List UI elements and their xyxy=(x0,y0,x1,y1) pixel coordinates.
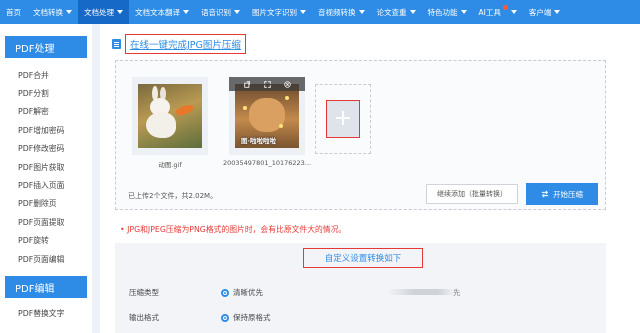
radio-button[interactable] xyxy=(221,313,229,322)
sidebar-item-pdf-add-password[interactable]: PDF增加密码 xyxy=(0,121,92,139)
nav-image-ocr-label: 图片文字识别 xyxy=(252,7,297,17)
nav-home[interactable]: 首页 xyxy=(0,0,27,24)
page-title: 在线一键完成JPG图片压缩 xyxy=(125,34,246,54)
file-name: 动图.gif xyxy=(158,161,182,169)
nav-client-label: 客户端 xyxy=(528,7,552,17)
nav-features-label: 特色功能 xyxy=(427,7,458,17)
nav-ai-tools-label: AI工具 xyxy=(478,7,501,17)
top-navigation-bar: 首页 文档转换 文档处理 文档文本翻译 语音识别 图片文字识别 音视频转换 论文… xyxy=(0,0,640,24)
sidebar-item-pdf-split[interactable]: PDF分割 xyxy=(0,84,92,102)
notice-text: JPG和JPEG压缩为PNG格式的图片时，会有比原文件大的情况。 xyxy=(127,225,347,234)
upload-area[interactable]: 动图.gif 图·啦啦啦啦 20035497801_10176223... + … xyxy=(115,60,606,210)
nav-speech-recognition-label: 语音识别 xyxy=(201,7,231,17)
start-compress-button[interactable]: 开始压缩 xyxy=(526,183,598,205)
sidebar-item-pdf-page-edit[interactable]: PDF页面编辑 xyxy=(0,250,92,268)
chevron-down-icon xyxy=(300,10,306,14)
nav-doc-convert[interactable]: 文档转换 xyxy=(27,0,78,24)
file-name: 20035497801_10176223... xyxy=(222,159,312,167)
sidebar-item-pdf-merge[interactable]: PDF合并 xyxy=(0,66,92,84)
start-compress-label: 开始压缩 xyxy=(553,189,583,199)
chevron-down-icon xyxy=(66,10,72,14)
plus-icon: + xyxy=(333,106,353,131)
chevron-down-icon xyxy=(510,10,517,14)
nav-doc-translate-label: 文档文本翻译 xyxy=(135,7,180,17)
blurred-option xyxy=(387,289,455,295)
nav-features[interactable]: 特色功能 xyxy=(422,0,473,24)
nav-client[interactable]: 客户端 xyxy=(523,0,567,24)
sidebar-item-pdf-extract-images[interactable]: PDF图片获取 xyxy=(0,158,92,176)
setting-extra-text: 先 xyxy=(453,288,461,297)
image-caption: 图·啦啦啦啦 xyxy=(241,137,276,145)
chevron-down-icon xyxy=(460,10,467,14)
sidebar-item-pdf-replace-text[interactable]: PDF替换文字 xyxy=(0,304,92,322)
nav-doc-process-label: 文档处理 xyxy=(84,7,114,17)
swap-icon xyxy=(541,190,549,198)
add-file-button[interactable]: + xyxy=(326,100,360,138)
nav-home-label: 首页 xyxy=(6,7,21,17)
nav-ai-tools[interactable]: AI工具 xyxy=(473,0,523,24)
settings-panel: 自定义设置转换如下 压缩类型 清晰优先 先 输出格式 保持原格式 xyxy=(115,243,606,333)
settings-title: 自定义设置转换如下 xyxy=(303,248,423,268)
sidebar-item-pdf-delete-page[interactable]: PDF删除页 xyxy=(0,195,92,213)
setting-option-label[interactable]: 保持原格式 xyxy=(233,312,271,323)
document-icon xyxy=(112,39,121,49)
fullscreen-icon[interactable] xyxy=(263,80,271,88)
sidebar-item-pdf-extract-page[interactable]: PDF页面提取 xyxy=(0,213,92,231)
nav-plagiarism-check-label: 论文查重 xyxy=(376,7,407,17)
radio-button[interactable] xyxy=(221,288,229,297)
chevron-down-icon xyxy=(183,10,189,14)
sidebar-item-pdf-rotate[interactable]: PDF旋转 xyxy=(0,232,92,250)
sidebar-item-pdf-insert-page[interactable]: PDF插入页面 xyxy=(0,176,92,194)
nav-doc-translate[interactable]: 文档文本翻译 xyxy=(129,0,195,24)
sidebar-section-pdf-process: PDF处理 xyxy=(5,36,87,58)
nav-image-ocr[interactable]: 图片文字识别 xyxy=(246,0,312,24)
rabbit-photo-image xyxy=(138,84,202,148)
chevron-down-icon xyxy=(358,10,365,14)
setting-label: 输出格式 xyxy=(129,313,159,322)
sidebar-section-pdf-edit: PDF编辑 xyxy=(5,276,87,299)
nav-av-convert-label: 音视频转换 xyxy=(318,7,356,17)
new-badge-dot xyxy=(502,4,508,10)
cat-photo-image: 图·啦啦啦啦 xyxy=(235,84,299,148)
setting-row-compression-type: 压缩类型 清晰优先 xyxy=(129,287,263,298)
image-toolbar xyxy=(229,77,305,91)
setting-option-label[interactable]: 清晰优先 xyxy=(233,287,263,298)
add-file-slot: + xyxy=(315,84,371,154)
nav-av-convert[interactable]: 音视频转换 xyxy=(312,0,371,24)
sidebar-item-pdf-change-password[interactable]: PDF修改密码 xyxy=(0,140,92,158)
chevron-down-icon xyxy=(554,10,561,14)
nav-speech-recognition[interactable]: 语音识别 xyxy=(195,0,246,24)
rotate-icon[interactable] xyxy=(243,80,251,88)
continue-add-button[interactable]: 继续添加（批量转换） xyxy=(426,184,518,204)
sidebar: PDF处理 PDF合并 PDF分割 PDF解密 PDF增加密码 PDF修改密码 … xyxy=(0,24,92,333)
main-content: 在线一键完成JPG图片压缩 动图.gif 图·啦啦啦啦 20035497801_… xyxy=(100,24,640,333)
nav-doc-process[interactable]: 文档处理 xyxy=(78,0,129,24)
upload-status-text: 已上传2个文件，共2.02M。 xyxy=(128,192,218,200)
page-title-row: 在线一键完成JPG图片压缩 xyxy=(112,34,246,54)
chevron-down-icon xyxy=(117,10,123,14)
setting-label: 压缩类型 xyxy=(129,288,159,297)
nav-doc-convert-label: 文档转换 xyxy=(33,7,63,17)
setting-row-output-format: 输出格式 保持原格式 xyxy=(129,312,271,323)
chevron-down-icon xyxy=(409,10,416,14)
chevron-down-icon xyxy=(234,10,240,14)
sidebar-item-pdf-decrypt[interactable]: PDF解密 xyxy=(0,103,92,121)
compression-notice: • JPG和JPEG压缩为PNG格式的图片时，会有比原文件大的情况。 xyxy=(120,225,347,234)
file-thumbnail[interactable] xyxy=(132,77,208,155)
nav-plagiarism-check[interactable]: 论文查重 xyxy=(371,0,422,24)
close-icon[interactable] xyxy=(283,80,291,88)
